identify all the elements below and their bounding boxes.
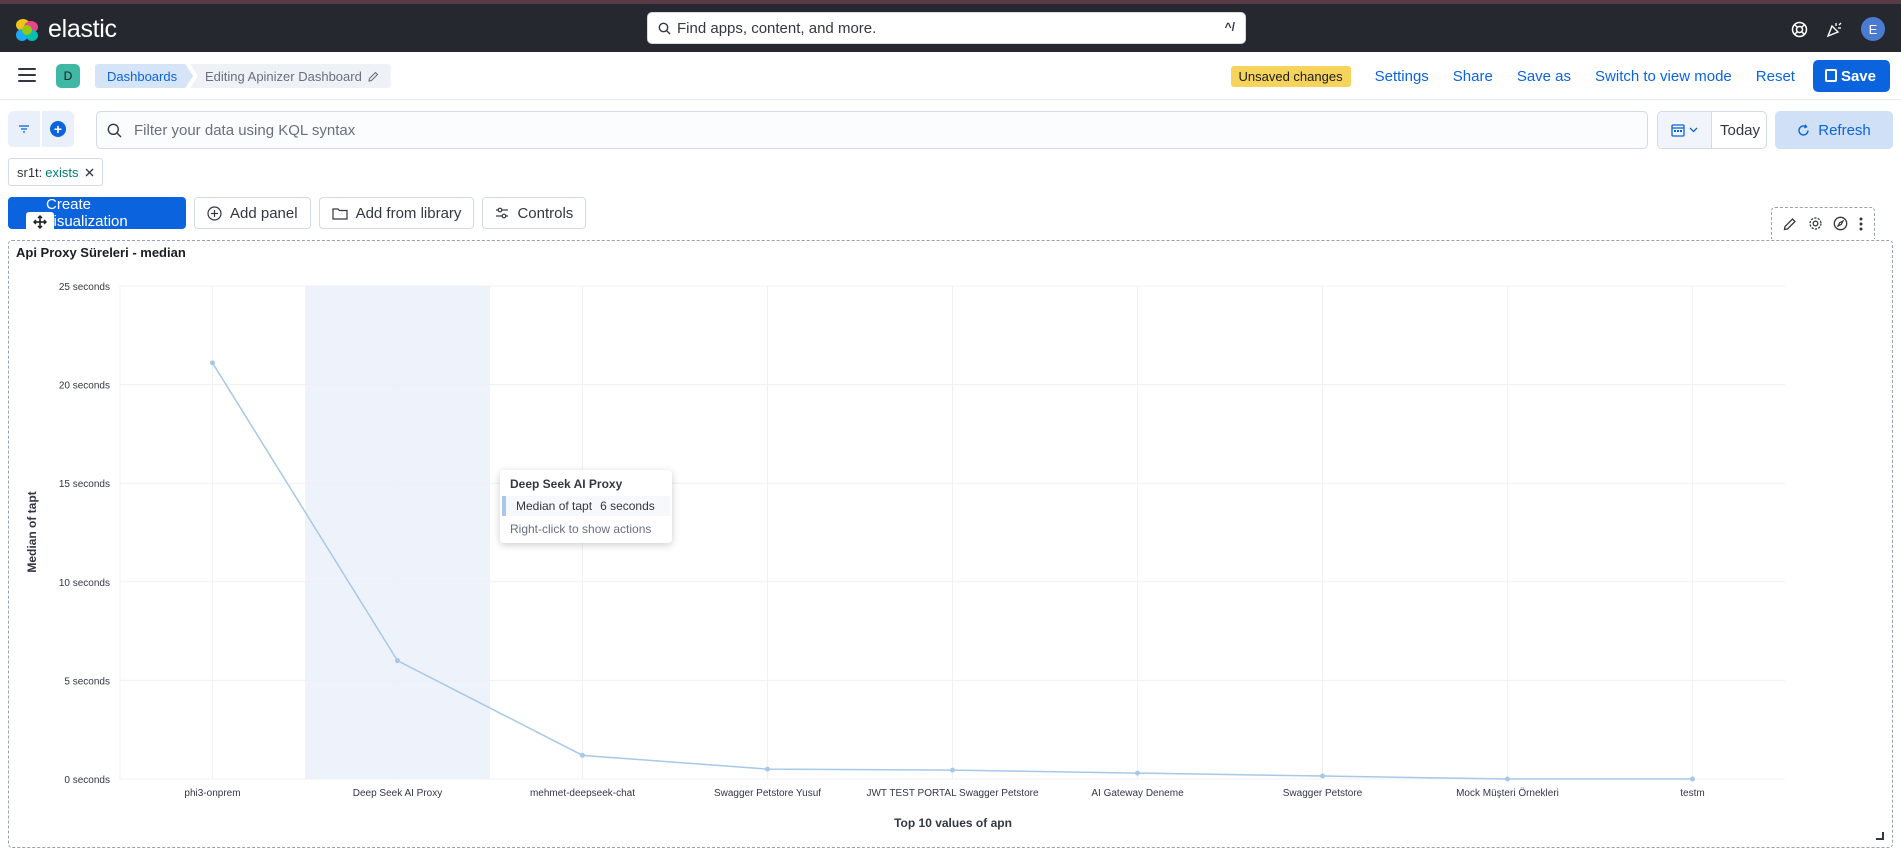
x-tick-label: Mock Müşteri Örnekleri (1456, 787, 1559, 799)
data-point (765, 766, 770, 772)
data-point (1505, 776, 1510, 782)
x-tick-label: Swagger Petstore Yusuf (714, 788, 821, 799)
y-tick-label: 25 seconds (59, 282, 110, 293)
x-axis-title: Top 10 values of apn (894, 816, 1012, 830)
chart-tooltip: Deep Seek AI Proxy Median of tapt 6 seco… (500, 470, 672, 543)
data-point (580, 752, 585, 758)
x-tick-label: Deep Seek AI Proxy (353, 788, 443, 799)
tooltip-value: 6 seconds (600, 499, 655, 513)
tooltip-hint: Right-click to show actions (510, 522, 652, 536)
move-icon (33, 215, 47, 229)
x-tick-label: phi3-onprem (184, 788, 240, 799)
x-tick-label: Swagger Petstore (1283, 788, 1363, 799)
move-panel-handle[interactable] (26, 212, 54, 232)
y-tick-label: 5 seconds (64, 676, 110, 687)
data-point (950, 767, 955, 773)
y-tick-label: 0 seconds (64, 775, 110, 786)
x-tick-label: mehmet-deepseek-chat (530, 788, 635, 799)
data-point (1320, 773, 1325, 779)
y-tick-label: 20 seconds (59, 381, 110, 392)
data-point (1135, 770, 1140, 776)
data-point (1690, 776, 1695, 782)
y-tick-label: 15 seconds (59, 479, 110, 490)
panel-resize-handle[interactable] (1876, 832, 1884, 840)
x-tick-label: testm (1680, 788, 1704, 799)
tooltip-metric: Median of tapt (516, 499, 593, 513)
data-point (210, 360, 215, 366)
tooltip-row: Median of tapt 6 seconds (502, 496, 670, 516)
y-tick-label: 10 seconds (59, 578, 110, 589)
tooltip-title: Deep Seek AI Proxy (510, 477, 623, 491)
data-point (395, 658, 400, 664)
line-chart[interactable]: 0 seconds 5 seconds 10 seconds 15 seconds 20… (0, 0, 1901, 852)
x-tick-label: JWT TEST PORTAL Swagger Petstore (866, 788, 1039, 799)
x-tick-label: AI Gateway Deneme (1091, 788, 1184, 799)
y-axis-title: Median of tapt (25, 491, 39, 572)
